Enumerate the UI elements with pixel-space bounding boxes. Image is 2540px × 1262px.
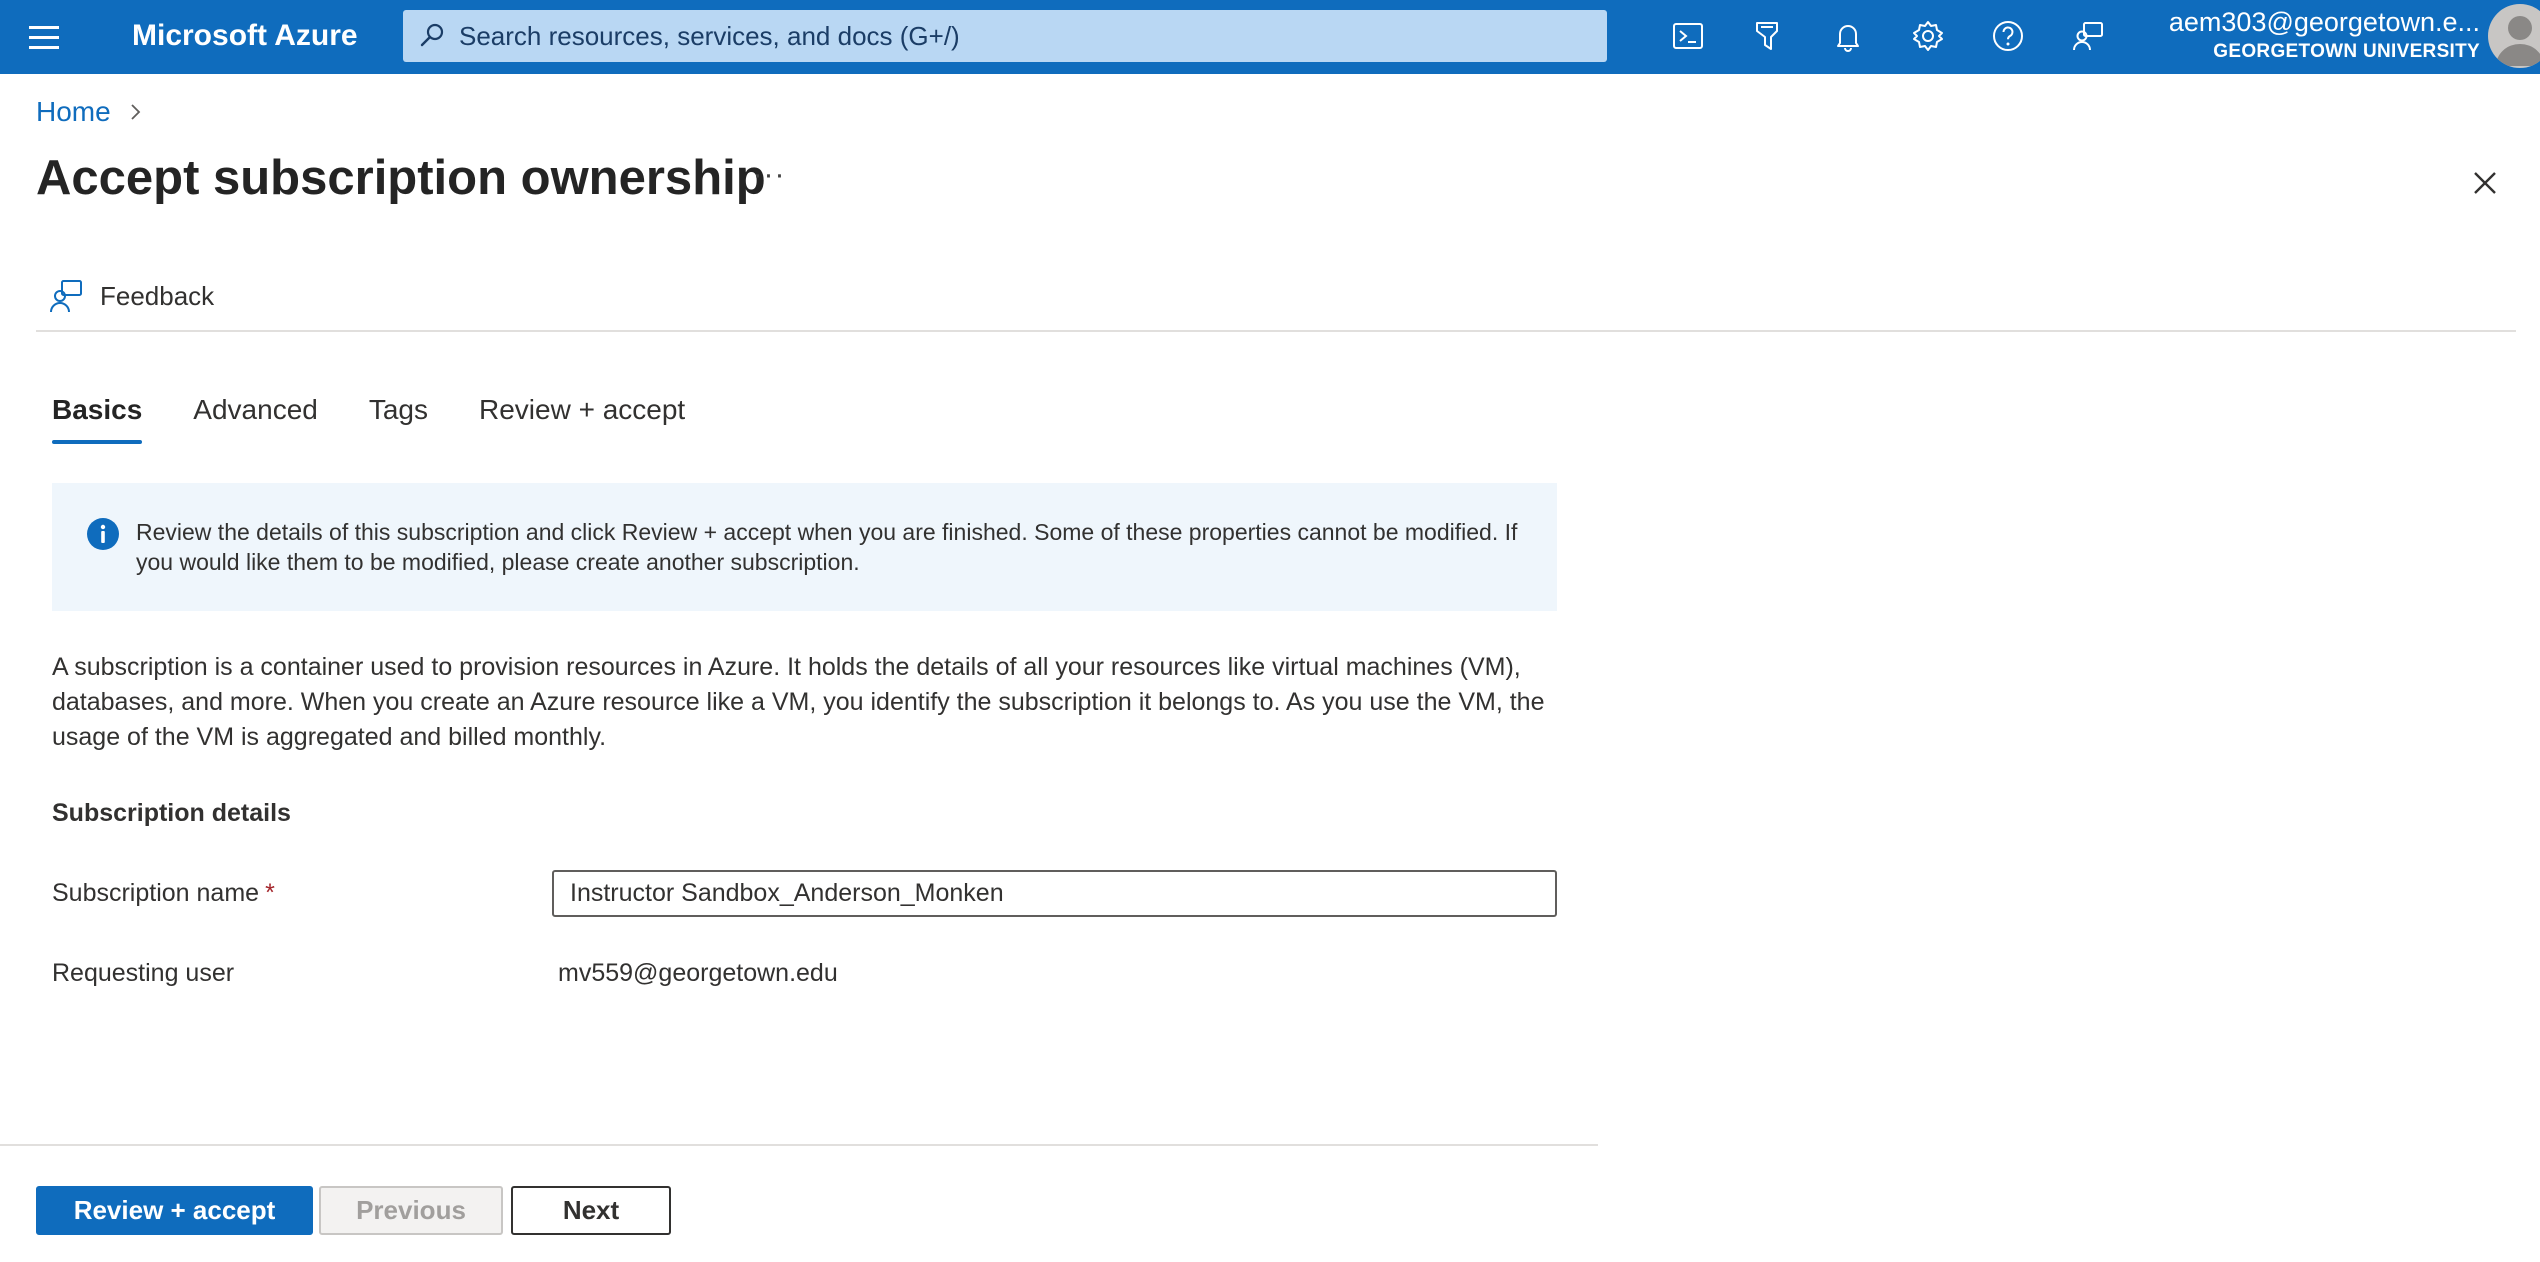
tab-basics[interactable]: Basics [52,388,143,444]
section-heading-subscription-details: Subscription details [52,799,291,827]
feedback-label: Feedback [100,280,215,311]
global-search[interactable] [403,10,1607,62]
subscription-name-label-text: Subscription name [52,879,260,907]
more-options-button[interactable]: ··· [744,160,794,200]
menu-line [29,45,59,49]
subscription-description: A subscription is a container used to pr… [52,653,1545,751]
feedback-icon [50,280,82,313]
wizard-tabs: Basics Advanced Tags Review + accept [52,388,736,448]
portal-menu-button[interactable] [24,18,64,56]
help-icon [1993,21,2023,51]
top-bar: Microsoft Azure Search resources, servic… [0,0,2540,74]
review-accept-button[interactable]: Review + accept [36,1186,313,1235]
help-button[interactable] [1968,10,2048,62]
command-bar: Feedback [36,266,2516,332]
subscription-name-label: Subscription name * [52,876,275,910]
requesting-user-value: mv559@georgetown.edu [558,959,838,987]
feedback-icon [2073,22,2103,51]
settings-icon [1913,21,1943,51]
directory-filter-button[interactable] [1728,10,1808,62]
previous-button[interactable]: Previous [319,1186,503,1235]
notifications-icon [1837,25,1859,52]
feedback-command[interactable]: Feedback [48,274,214,318]
account-email: aem303@georgetown.e... [2168,7,2480,37]
tab-advanced[interactable]: Advanced [193,388,318,444]
menu-line [29,35,59,39]
next-button[interactable]: Next [511,1186,671,1235]
settings-button[interactable] [1888,10,1968,62]
search-icon [420,23,444,47]
footer-divider [0,1144,1598,1146]
brand-link[interactable]: Microsoft Azure [132,16,358,56]
person-icon [2496,16,2540,66]
search-input[interactable] [459,10,1607,62]
breadcrumb: Home [36,94,145,130]
cloud-shell-button[interactable] [1648,10,1728,62]
account-organization: GEORGETOWN UNIVERSITY [2213,41,2480,62]
subscription-name-input[interactable] [552,870,1557,917]
breadcrumb-home-link[interactable]: Home [36,96,111,128]
close-icon [2474,172,2496,194]
notifications-button[interactable] [1808,10,1888,62]
info-banner-text: Review the details of this subscription … [136,519,1518,575]
info-icon [87,518,119,550]
tab-tags[interactable]: Tags [369,388,428,444]
info-banner: Review the details of this subscription … [52,483,1557,611]
directory-filter-icon [1756,22,1778,50]
account-menu[interactable]: aem303@georgetown.e... GEORGETOWN UNIVER… [2150,4,2480,64]
page-title: Accept subscription ownership [36,151,766,205]
required-marker: * [265,879,275,907]
feedback-button[interactable] [2048,10,2128,62]
top-icon-group [1648,10,2128,62]
close-button[interactable] [2460,158,2510,208]
menu-line [29,25,59,29]
avatar[interactable] [2488,4,2540,68]
tab-review-accept[interactable]: Review + accept [479,388,685,444]
requesting-user-label: Requesting user [52,959,235,987]
cloud-shell-icon [1673,23,1703,49]
chevron-right-icon [131,104,140,120]
